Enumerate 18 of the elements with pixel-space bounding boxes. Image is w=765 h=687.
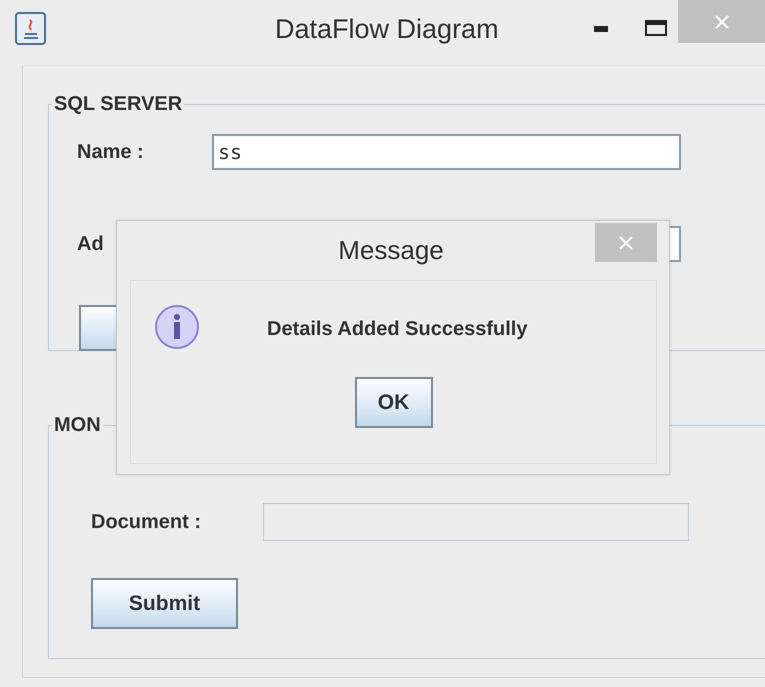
close-icon — [714, 14, 730, 30]
maximize-icon[interactable] — [645, 20, 667, 36]
ok-button[interactable]: OK — [354, 377, 432, 428]
submit-button[interactable]: Submit — [91, 578, 238, 629]
dialog-title: Message — [338, 235, 444, 266]
field-label: Name : — [77, 140, 145, 164]
close-button[interactable] — [678, 0, 765, 43]
close-icon — [618, 234, 634, 250]
app-icon — [15, 12, 46, 45]
input-field[interactable]: ss — [212, 134, 681, 170]
field-label: Document : — [91, 510, 202, 534]
group-title: MON — [53, 414, 102, 437]
close-button[interactable] — [595, 223, 657, 262]
group-title: SQL SERVER — [53, 93, 184, 116]
message-text: Details Added Successfully — [267, 318, 528, 340]
window-title: DataFlow Diagram — [275, 13, 499, 45]
minimize-icon[interactable] — [594, 26, 608, 32]
field-label: Ad — [77, 232, 105, 256]
